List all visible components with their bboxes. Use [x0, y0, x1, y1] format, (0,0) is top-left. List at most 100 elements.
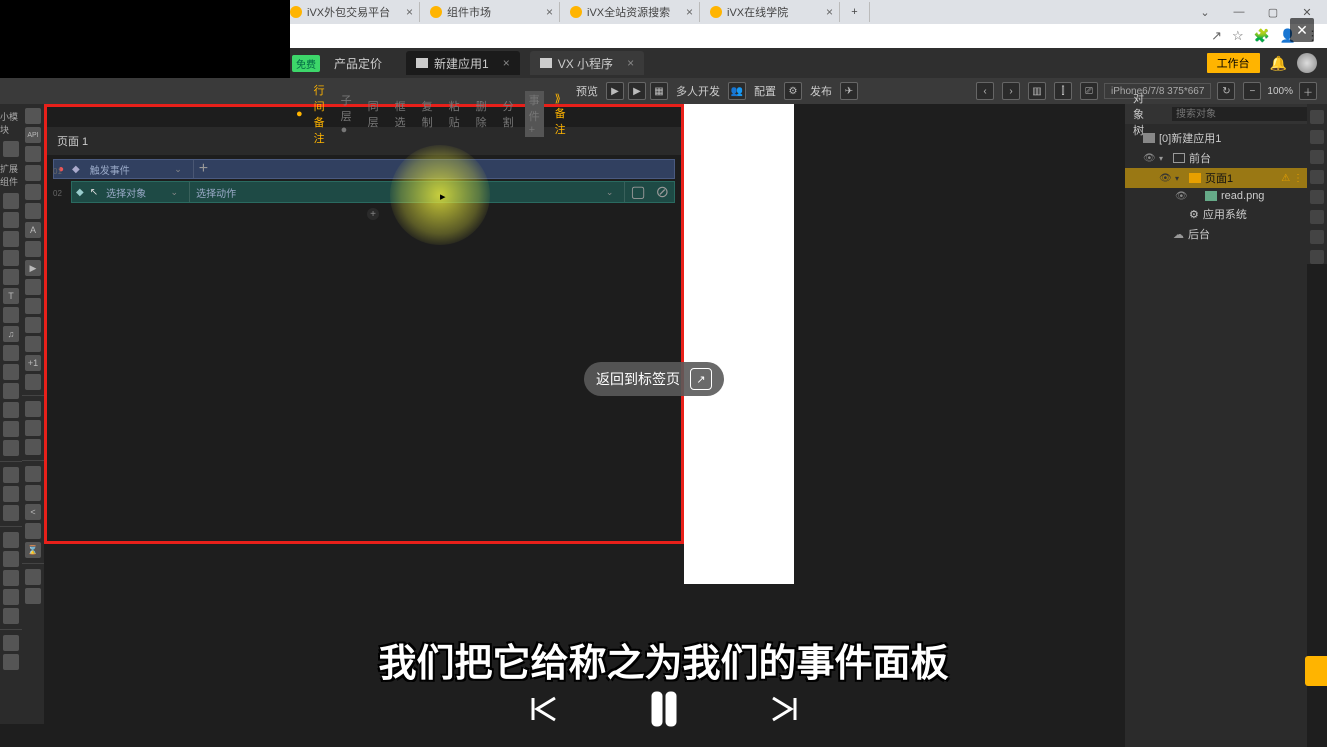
browser-tab[interactable]: 组件市场×	[420, 2, 560, 22]
component-icon[interactable]	[3, 269, 19, 285]
layout-icon[interactable]: ▥	[1028, 82, 1046, 100]
visibility-icon[interactable]: 👁	[1143, 153, 1155, 164]
component-icon[interactable]	[25, 165, 41, 181]
workbench-button[interactable]: 工作台	[1207, 53, 1260, 73]
window-close-icon[interactable]: ✕	[1297, 6, 1317, 19]
pause-button[interactable]	[644, 689, 684, 729]
window-minimize-icon[interactable]: —	[1229, 6, 1249, 18]
avatar[interactable]	[1297, 53, 1317, 73]
tab-close-icon[interactable]: ×	[546, 5, 553, 19]
copy-btn[interactable]: 复制	[417, 98, 438, 130]
notification-bell-icon[interactable]: 🔔	[1270, 55, 1287, 72]
publish-button[interactable]: 发布	[804, 78, 838, 104]
component-icon[interactable]	[25, 485, 41, 501]
component-icon[interactable]: T	[3, 288, 19, 304]
rail-icon[interactable]	[1310, 170, 1324, 184]
browser-tab[interactable]: iVX全站资源搜索×	[560, 2, 700, 22]
component-icon[interactable]	[25, 466, 41, 482]
component-icon[interactable]	[25, 588, 41, 604]
component-icon[interactable]	[25, 439, 41, 455]
component-icon[interactable]: +1	[25, 355, 41, 371]
preview-button[interactable]: 预览	[570, 78, 604, 104]
component-icon[interactable]	[3, 141, 19, 157]
tree-row-page[interactable]: 👁 ▾ 页面1 ⚠ ⋮	[1125, 168, 1307, 188]
rail-icon[interactable]	[1310, 230, 1324, 244]
component-icon[interactable]	[3, 231, 19, 247]
component-icon[interactable]	[25, 203, 41, 219]
nav-next-icon[interactable]: ›	[1002, 82, 1020, 100]
rail-icon[interactable]	[1310, 250, 1324, 264]
component-icon[interactable]	[3, 551, 19, 567]
component-icon[interactable]	[25, 279, 41, 295]
component-icon[interactable]: <	[25, 504, 41, 520]
component-icon[interactable]	[25, 401, 41, 417]
del-btn[interactable]: 删除	[471, 98, 492, 130]
component-icon[interactable]	[3, 608, 19, 624]
prev-button[interactable]	[524, 689, 564, 729]
component-icon[interactable]	[25, 241, 41, 257]
device-select[interactable]: iPhone6/7/8 375*667	[1104, 83, 1211, 99]
tab-close-icon[interactable]: ×	[503, 56, 510, 70]
trigger-event-select[interactable]: 触发事件 ⌄	[84, 160, 194, 178]
delete-action-icon[interactable]: ⊘	[651, 182, 674, 202]
component-icon[interactable]	[3, 440, 19, 456]
tab-close-icon[interactable]: ×	[627, 56, 634, 70]
component-icon[interactable]	[3, 402, 19, 418]
component-icon[interactable]	[3, 467, 19, 483]
rail-icon[interactable]	[1310, 130, 1324, 144]
overlay-close-button[interactable]: ✕	[1290, 18, 1314, 42]
component-icon[interactable]	[3, 486, 19, 502]
tab-close-icon[interactable]: ×	[686, 5, 693, 19]
app-tab-inactive[interactable]: VX 小程序 ×	[530, 51, 644, 75]
component-icon[interactable]	[25, 374, 41, 390]
component-icon[interactable]	[3, 532, 19, 548]
add-action-icon[interactable]: ▢	[625, 182, 650, 202]
component-icon[interactable]	[25, 420, 41, 436]
action-select[interactable]: 选择动作 ⌄	[190, 182, 625, 202]
component-icon[interactable]: A	[25, 222, 41, 238]
tree-row-frontend[interactable]: 👁 ▾ 前台	[1125, 148, 1307, 168]
next-button[interactable]	[764, 689, 804, 729]
events-btn[interactable]: 事件 +	[525, 91, 544, 137]
event-trigger-row[interactable]: ● ◆ 触发事件 ⌄ +	[53, 159, 675, 179]
add-row-button[interactable]: +	[71, 207, 675, 221]
tree-row-system[interactable]: ⚙ 应用系统	[1125, 204, 1307, 224]
rail-icon[interactable]	[1310, 210, 1324, 224]
zoom-out-icon[interactable]: −	[1243, 82, 1261, 100]
component-icon[interactable]	[25, 317, 41, 333]
component-icon[interactable]: ▶	[25, 260, 41, 276]
component-icon[interactable]	[25, 569, 41, 585]
share-icon[interactable]: ↗	[1211, 28, 1222, 44]
window-maximize-icon[interactable]: ▢	[1263, 6, 1283, 19]
component-icon[interactable]	[3, 383, 19, 399]
rail-icon[interactable]	[1310, 150, 1324, 164]
component-icon[interactable]: ♫	[3, 326, 19, 342]
coll-btn[interactable]: 同层	[363, 98, 384, 130]
component-icon[interactable]	[3, 193, 19, 209]
multi-dev-button[interactable]: 多人开发	[670, 78, 726, 104]
component-icon[interactable]	[3, 589, 19, 605]
search-input[interactable]	[1172, 107, 1312, 121]
bookmark-icon[interactable]: ☆	[1232, 28, 1244, 44]
tree-row-root[interactable]: [0]新建应用1	[1125, 128, 1307, 148]
rail-icon[interactable]	[1310, 190, 1324, 204]
chevron-down-icon[interactable]: ▾	[1175, 174, 1185, 183]
sublayer-btn[interactable]: 子层 ●	[336, 92, 357, 136]
component-icon[interactable]	[25, 108, 41, 124]
app-tab-active[interactable]: 新建应用1 ×	[406, 51, 520, 75]
send-icon[interactable]: ✈	[840, 82, 858, 100]
play-icon[interactable]: ▶	[606, 82, 624, 100]
refresh-icon[interactable]: ↻	[1217, 82, 1235, 100]
tab-close-icon[interactable]: ×	[406, 5, 413, 19]
sel-btn[interactable]: 框选	[390, 98, 411, 130]
browser-tab[interactable]: iVX外包交易平台×	[280, 2, 420, 22]
component-icon[interactable]	[25, 298, 41, 314]
rail-icon[interactable]	[1310, 110, 1324, 124]
split-btn[interactable]: 分割	[498, 98, 519, 130]
play-all-icon[interactable]: ▶	[628, 82, 646, 100]
chevron-down-icon[interactable]: ⌄	[1195, 6, 1215, 19]
component-icon[interactable]	[25, 523, 41, 539]
tab-close-icon[interactable]: ×	[826, 5, 833, 19]
layout-icon[interactable]: ⫿	[1054, 82, 1072, 100]
return-to-tab-pill[interactable]: 返回到标签页 ↗	[584, 362, 724, 396]
